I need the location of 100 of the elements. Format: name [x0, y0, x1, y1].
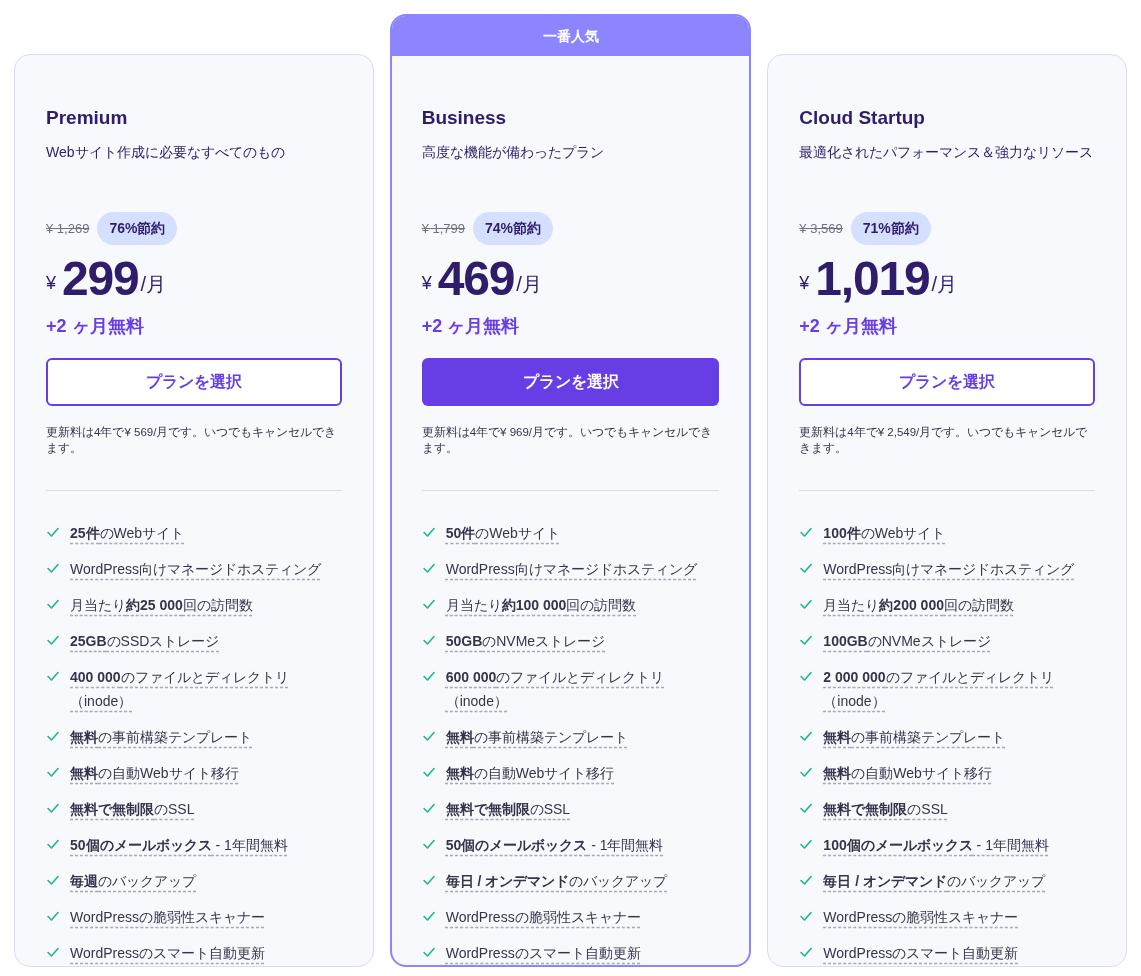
check-icon: [46, 525, 60, 539]
select-plan-button[interactable]: プランを選択: [421, 358, 720, 406]
plan-name: Cloud Startup: [799, 106, 926, 130]
feature-text: 50件のWebサイト: [445, 524, 560, 543]
feature-text: 100個のメールボックス - 1年間無料: [823, 836, 1049, 855]
check-icon: [46, 837, 60, 851]
feature-text: WordPressのスマート自動更新: [823, 944, 1019, 963]
feature-text: WordPress向けマネージドホスティング: [445, 560, 697, 579]
feature-text: 月当たり約200 000回の訪問数: [823, 596, 1014, 615]
check-icon: [421, 729, 436, 743]
feature-text: 無料の事前構築テンプレート: [823, 728, 1006, 747]
feature-text: WordPressのスマート自動更新: [445, 944, 641, 963]
feature-text: 無料の事前構築テンプレート: [445, 728, 628, 747]
feature-text: 無料の自動Webサイト移行: [70, 764, 239, 783]
feature-text: WordPress向けマネージドホスティング: [70, 560, 321, 579]
bonus-months: +2 ヶ月無料: [46, 315, 145, 338]
check-icon: [46, 945, 60, 959]
plan-description: 高度な機能が備わったプラン: [421, 143, 605, 162]
check-icon: [46, 909, 60, 923]
check-icon: [421, 669, 436, 683]
currency-symbol: ¥: [46, 272, 56, 295]
check-icon: [799, 633, 814, 647]
feature-text: 無料の事前構築テンプレート: [70, 728, 252, 747]
discount-badge: 76%節約: [97, 212, 178, 245]
check-icon: [799, 729, 814, 743]
check-icon: [421, 525, 436, 539]
plan-description: Webサイト作成に必要なすべてのもの: [46, 143, 286, 162]
original-price: ¥ 1,269: [46, 219, 90, 238]
original-price: ¥ 3,569: [799, 219, 843, 238]
check-icon: [46, 633, 60, 647]
popular-banner: 一番人気: [391, 16, 750, 56]
feature-text: 無料で無制限のSSL: [823, 800, 948, 819]
feature-text: 50個のメールボックス - 1年間無料: [70, 836, 288, 855]
feature-text: 毎週のバックアップ: [70, 872, 196, 891]
feature-text: 100GBのNVMeストレージ: [823, 632, 991, 651]
plan-price: 1,019: [815, 251, 930, 307]
plan-price: 469: [437, 251, 515, 307]
price-period: /月: [516, 272, 542, 297]
check-icon: [799, 669, 814, 683]
renewal-note: 更新料は4年で¥ 2,549/月です。いつでもキャンセルできます。: [799, 425, 1089, 456]
check-icon: [799, 765, 814, 779]
select-plan-button[interactable]: プランを選択: [799, 358, 1095, 406]
select-plan-button[interactable]: プランを選択: [46, 358, 342, 406]
check-icon: [46, 561, 60, 575]
check-icon: [799, 561, 814, 575]
check-icon: [421, 837, 436, 851]
feature-text: WordPressのスマート自動更新: [70, 944, 265, 963]
feature-text: 25GBのSSDストレージ: [70, 632, 220, 651]
bonus-months: +2 ヶ月無料: [799, 315, 898, 338]
renewal-note: 更新料は4年で¥ 569/月です。いつでもキャンセルできます。: [46, 425, 338, 456]
feature-text: WordPressの脆弱性スキャナー: [823, 908, 1019, 927]
check-icon: [421, 765, 436, 779]
check-icon: [799, 873, 814, 887]
feature-text: 400 000のファイルとディレクトリ（inode）: [70, 668, 290, 711]
check-icon: [421, 633, 436, 647]
check-icon: [46, 669, 60, 683]
feature-text: 無料の自動Webサイト移行: [445, 764, 615, 783]
feature-text: 無料で無制限のSSL: [70, 800, 195, 819]
feature-text: 無料で無制限のSSL: [445, 800, 571, 819]
plan-price: 299: [62, 251, 139, 307]
check-icon: [421, 801, 436, 815]
check-icon: [421, 873, 436, 887]
feature-text: WordPressの脆弱性スキャナー: [445, 908, 641, 927]
check-icon: [46, 765, 60, 779]
check-icon: [799, 945, 814, 959]
check-icon: [46, 801, 60, 815]
feature-text: 600 000のファイルとディレクトリ（inode）: [445, 668, 666, 711]
feature-text: 毎日 / オンデマンドのバックアップ: [823, 872, 1045, 891]
feature-text: 50個のメールボックス - 1年間無料: [445, 836, 664, 855]
feature-text: 50GBのNVMeストレージ: [445, 632, 606, 651]
discount-badge: 74%節約: [473, 212, 554, 245]
bonus-months: +2 ヶ月無料: [421, 315, 521, 338]
check-icon: [799, 837, 814, 851]
currency-symbol: ¥: [799, 272, 810, 295]
discount-badge: 71%節約: [850, 212, 931, 245]
feature-text: WordPressの脆弱性スキャナー: [70, 908, 265, 927]
check-icon: [421, 561, 436, 575]
feature-text: WordPress向けマネージドホスティング: [823, 560, 1075, 579]
original-price: ¥ 1,799: [421, 219, 466, 238]
plan-name: Premium: [46, 106, 129, 130]
feature-text: 月当たり約100 000回の訪問数: [445, 596, 637, 615]
check-icon: [421, 597, 436, 611]
feature-text: 25件のWebサイト: [70, 524, 185, 543]
currency-symbol: ¥: [421, 272, 432, 295]
check-icon: [421, 945, 436, 959]
feature-text: 月当たり約25 000回の訪問数: [70, 596, 253, 615]
check-icon: [799, 525, 814, 539]
price-period: /月: [140, 272, 167, 297]
check-icon: [799, 597, 814, 611]
check-icon: [799, 801, 814, 815]
feature-text: 100件のWebサイト: [823, 524, 946, 543]
check-icon: [421, 909, 436, 923]
check-icon: [46, 873, 60, 887]
feature-text: 毎日 / オンデマンドのバックアップ: [445, 872, 668, 891]
feature-text: 2 000 000のファイルとディレクトリ（inode）: [823, 668, 1055, 711]
check-icon: [46, 729, 60, 743]
price-period: /月: [931, 272, 958, 297]
renewal-note: 更新料は4年で¥ 969/月です。いつでもキャンセルできます。: [421, 425, 714, 456]
feature-text: 無料の自動Webサイト移行: [823, 764, 992, 783]
plan-description: 最適化されたパフォーマンス＆強力なリソース: [799, 143, 1095, 162]
